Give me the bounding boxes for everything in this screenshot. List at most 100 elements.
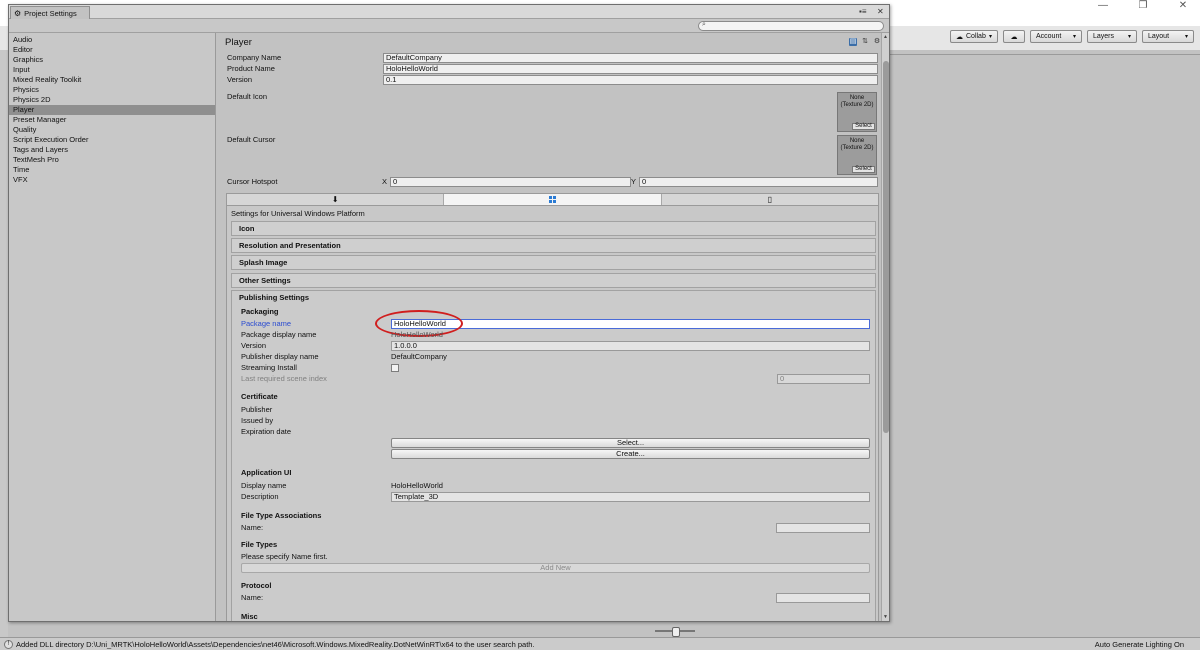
sidebar-item-player[interactable]: Player xyxy=(9,105,215,115)
account-dropdown[interactable]: Account ▾ xyxy=(1030,30,1082,43)
default-icon-select-button[interactable]: Select xyxy=(852,123,875,130)
tab-universal-windows[interactable] xyxy=(444,194,662,205)
editor-scene-panel xyxy=(890,50,1200,625)
scroll-up-icon[interactable]: ▲ xyxy=(883,34,888,40)
description-input[interactable]: Template_3D xyxy=(391,492,870,502)
product-name-field[interactable]: HoloHelloWorld xyxy=(383,64,878,74)
hotspot-x-field[interactable]: 0 xyxy=(390,177,631,187)
file-types-hint: Please specify Name first. xyxy=(241,552,328,561)
collab-button[interactable]: ☁ Collab ▾ xyxy=(950,30,998,43)
minimize-icon[interactable]: — xyxy=(1096,0,1110,14)
certificate-create-button[interactable]: Create... xyxy=(391,449,870,459)
platform-tabs: ⬇ ▯ xyxy=(226,193,879,206)
sidebar-item-tags-and-layers[interactable]: Tags and Layers xyxy=(9,145,215,155)
file-type-associations-header: File Type Associations xyxy=(241,511,322,520)
sidebar-item-graphics[interactable]: Graphics xyxy=(9,55,215,65)
packaging-header: Packaging xyxy=(241,307,279,316)
layout-label: Layout xyxy=(1148,33,1170,40)
sidebar-item-editor[interactable]: Editor xyxy=(9,45,215,55)
sidebar-item-mixed-reality-toolkit[interactable]: Mixed Reality Toolkit xyxy=(9,75,215,85)
display-name-label: Display name xyxy=(241,481,287,490)
company-name-label: Company Name xyxy=(227,53,282,62)
version-label: Version xyxy=(227,75,253,84)
cloud-button[interactable]: ☁ xyxy=(1003,30,1025,43)
zoom-slider[interactable] xyxy=(655,627,695,637)
certificate-select-button[interactable]: Select... xyxy=(391,438,870,448)
default-icon-label: Default Icon xyxy=(227,92,268,101)
streaming-install-label: Streaming Install xyxy=(241,363,297,372)
platform-settings-area: Settings for Universal Windows Platform … xyxy=(226,206,879,621)
texture-type-label: (Texture 2D) xyxy=(840,102,874,108)
protocol-name-input[interactable] xyxy=(776,593,870,603)
product-name-label: Product Name xyxy=(227,64,275,73)
help-book-icon[interactable]: ▤ xyxy=(849,38,857,46)
last-scene-index-label: Last required scene index xyxy=(241,374,327,383)
package-version-input[interactable]: 1.0.0.0 xyxy=(391,341,870,351)
window-menu-icon[interactable]: ▪≡ xyxy=(859,7,867,16)
last-scene-index-input[interactable]: 0 xyxy=(777,374,870,384)
auto-lighting-status[interactable]: Auto Generate Lighting On xyxy=(1095,640,1184,649)
publishing-settings-title: Publishing Settings xyxy=(239,293,310,302)
default-icon-slot[interactable]: None (Texture 2D) Select xyxy=(837,92,877,132)
version-field[interactable]: 0.1 xyxy=(383,75,878,85)
layout-dropdown[interactable]: Layout ▾ xyxy=(1142,30,1194,43)
section-splash-image[interactable]: Splash Image xyxy=(231,255,876,270)
settings-search-input[interactable]: ⌕ xyxy=(698,21,884,31)
protocol-header: Protocol xyxy=(241,581,272,590)
info-icon: ! xyxy=(4,639,13,649)
tab-standalone[interactable]: ⬇ xyxy=(227,194,445,205)
scrollbar-thumb[interactable] xyxy=(883,61,889,433)
gear-icon: ⚙ xyxy=(14,8,22,18)
preset-icon[interactable]: ⇅ xyxy=(861,38,869,46)
divider xyxy=(890,54,1200,55)
sidebar-list: Audio Editor Graphics Input Mixed Realit… xyxy=(9,33,215,185)
account-label: Account xyxy=(1036,33,1062,40)
phone-icon: ▯ xyxy=(767,195,773,204)
settings-for-label: Settings for Universal Windows Platform xyxy=(231,209,365,218)
default-cursor-slot[interactable]: None (Texture 2D) Select xyxy=(837,135,877,175)
sidebar-item-audio[interactable]: Audio xyxy=(9,35,215,45)
default-cursor-label: Default Cursor xyxy=(227,135,276,144)
window-close-icon[interactable]: ✕ xyxy=(877,7,884,16)
layers-dropdown[interactable]: Layers ▾ xyxy=(1087,30,1137,43)
file-types-header: File Types xyxy=(241,540,278,549)
section-other-settings[interactable]: Other Settings xyxy=(231,273,876,288)
sidebar-item-script-execution-order[interactable]: Script Execution Order xyxy=(9,135,215,145)
project-settings-tab[interactable]: ⚙ Project Settings xyxy=(10,6,90,19)
sidebar-item-textmesh-pro[interactable]: TextMesh Pro xyxy=(9,155,215,165)
add-new-button[interactable]: Add New xyxy=(241,563,870,573)
sidebar-item-preset-manager[interactable]: Preset Manager xyxy=(9,115,215,125)
sidebar-item-time[interactable]: Time xyxy=(9,165,215,175)
company-name-field[interactable]: DefaultCompany xyxy=(383,53,878,63)
settings-menu-icon[interactable]: ⚙ xyxy=(873,38,881,46)
description-label: Description xyxy=(241,492,279,501)
chevron-down-icon: ▾ xyxy=(1127,34,1131,40)
sidebar-item-physics-2d[interactable]: Physics 2D xyxy=(9,95,215,105)
fta-name-input[interactable] xyxy=(776,523,870,533)
expiration-date-label: Expiration date xyxy=(241,427,292,436)
default-cursor-select-button[interactable]: Select xyxy=(852,166,875,173)
section-resolution[interactable]: Resolution and Presentation xyxy=(231,238,876,253)
sidebar-item-input[interactable]: Input xyxy=(9,65,215,75)
editor-window-controls: — ❐ ✕ xyxy=(1096,0,1190,14)
project-settings-window: ⚙ Project Settings ▪≡ ✕ ⌕ Audio Editor G… xyxy=(8,4,890,622)
editor-left-panel xyxy=(0,50,8,638)
section-icon[interactable]: Icon xyxy=(231,221,876,236)
streaming-install-checkbox[interactable] xyxy=(391,364,399,372)
cloud-icon: ☁ xyxy=(1010,33,1018,41)
download-icon: ⬇ xyxy=(331,195,339,204)
tab-mobile[interactable]: ▯ xyxy=(662,194,878,205)
sidebar-item-quality[interactable]: Quality xyxy=(9,125,215,135)
maximize-icon[interactable]: ❐ xyxy=(1136,0,1150,14)
package-version-label: Version xyxy=(241,341,267,350)
scroll-down-icon[interactable]: ▼ xyxy=(883,614,888,620)
protocol-name-label: Name: xyxy=(241,593,264,602)
hotspot-y-field[interactable]: 0 xyxy=(639,177,878,187)
settings-sidebar: Audio Editor Graphics Input Mixed Realit… xyxy=(9,33,216,621)
sidebar-item-physics[interactable]: Physics xyxy=(9,85,215,95)
close-icon[interactable]: ✕ xyxy=(1176,0,1190,14)
sidebar-item-vfx[interactable]: VFX xyxy=(9,175,215,185)
main-scrollbar[interactable]: ▲ ▼ xyxy=(881,33,889,621)
status-bar: ! Added DLL directory D:\Uni_MRTK\HoloHe… xyxy=(0,637,1200,650)
status-message[interactable]: Added DLL directory D:\Uni_MRTK\HoloHell… xyxy=(16,640,535,649)
